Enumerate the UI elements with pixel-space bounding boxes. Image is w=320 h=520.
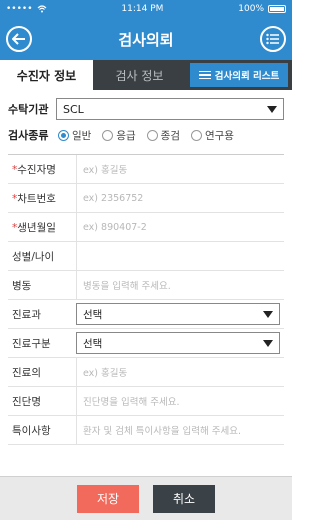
notes-label: 특이사항 bbox=[12, 424, 51, 437]
birth-row: *생년월일 ex) 890407-2 bbox=[8, 213, 284, 242]
chart-number-input[interactable]: ex) 2356752 bbox=[76, 184, 284, 212]
radio-label: 일반 bbox=[72, 129, 92, 142]
institution-row: 수탁기관 SCL bbox=[0, 96, 292, 122]
care-type-value: 선택 bbox=[83, 337, 103, 350]
notes-row: 특이사항 환자 및 검체 특이사항을 입력해 주세요. bbox=[8, 416, 284, 445]
birth-label: *생년월일 bbox=[12, 221, 56, 234]
dropdown-arrow-icon bbox=[263, 339, 273, 347]
battery-percent: 100% bbox=[238, 4, 264, 14]
radio-option-general[interactable]: 일반 bbox=[58, 128, 91, 143]
ward-input[interactable]: 병동을 입력해 주세요. bbox=[76, 271, 284, 299]
radio-selected-icon[interactable] bbox=[58, 129, 69, 141]
battery-icon bbox=[268, 5, 286, 13]
dept-label: 진료과 bbox=[12, 308, 41, 321]
chart-label: *차트번호 bbox=[12, 192, 56, 205]
radio-option-research[interactable]: 연구용 bbox=[190, 128, 234, 143]
tab-bar: 수진자 정보 검사 정보 검사의뢰 리스트 bbox=[0, 60, 292, 90]
patient-form: *수진자명 ex) 홍길동 *차트번호 ex) 2356752 *생년월일 ex… bbox=[8, 154, 284, 445]
bottom-action-bar: 저장 취소 bbox=[0, 476, 292, 520]
dropdown-arrow-icon bbox=[267, 105, 277, 113]
save-button[interactable]: 저장 bbox=[77, 484, 139, 513]
dropdown-arrow-icon bbox=[263, 310, 273, 318]
list-icon bbox=[266, 33, 279, 45]
notes-input[interactable]: 환자 및 검체 특이사항을 입력해 주세요. bbox=[76, 416, 284, 444]
care-type-select[interactable]: 선택 bbox=[76, 332, 280, 354]
institution-value: SCL bbox=[63, 102, 84, 116]
doctor-row: 진료의 ex) 홍길동 bbox=[8, 358, 284, 387]
name-row: *수진자명 ex) 홍길동 bbox=[8, 155, 284, 184]
tab-exam-info[interactable]: 검사 정보 bbox=[93, 60, 186, 90]
radio-option-emergency[interactable]: 응급 bbox=[102, 128, 136, 143]
radio-unselected-icon[interactable] bbox=[190, 129, 202, 141]
exam-type-row: 검사종류 일반 응급 종검 연구용 bbox=[0, 122, 292, 148]
diagnosis-input[interactable]: 진단명을 입력해 주세요. bbox=[76, 387, 284, 415]
diagnosis-row: 진단명 진단명을 입력해 주세요. bbox=[8, 387, 284, 416]
arrow-left-icon bbox=[12, 33, 25, 45]
back-button[interactable] bbox=[6, 26, 32, 52]
status-left: ••••• bbox=[6, 4, 47, 14]
diagnosis-label: 진단명 bbox=[12, 395, 41, 408]
request-list-button[interactable]: 검사의뢰 리스트 bbox=[190, 63, 288, 87]
hamburger-icon bbox=[198, 70, 211, 80]
name-label: *수진자명 bbox=[12, 163, 56, 176]
sex-age-label: 성별/나이 bbox=[12, 250, 55, 263]
radio-unselected-icon[interactable] bbox=[102, 129, 114, 141]
tab-patient-info[interactable]: 수진자 정보 bbox=[0, 60, 93, 90]
signal-indicator: ••••• bbox=[6, 4, 33, 14]
menu-button[interactable] bbox=[259, 26, 286, 52]
sex-age-row: 성별/나이 bbox=[8, 242, 284, 271]
exam-type-label: 검사종류 bbox=[8, 129, 49, 142]
birth-date-input[interactable]: ex) 890407-2 bbox=[76, 213, 284, 241]
dept-value: 선택 bbox=[83, 308, 103, 321]
wifi-icon bbox=[37, 5, 46, 13]
sex-age-input[interactable] bbox=[76, 242, 284, 270]
ward-row: 병동 병동을 입력해 주세요. bbox=[8, 271, 284, 300]
ward-label: 병동 bbox=[12, 279, 32, 292]
doctor-input[interactable]: ex) 홍길동 bbox=[76, 358, 284, 386]
radio-unselected-icon[interactable] bbox=[146, 129, 158, 141]
radio-label: 응급 bbox=[116, 129, 136, 142]
app-header: 검사의뢰 bbox=[0, 18, 292, 60]
doctor-label: 진료의 bbox=[12, 366, 41, 379]
chart-row: *차트번호 ex) 2356752 bbox=[8, 184, 284, 213]
status-time: 11:14 PM bbox=[121, 4, 164, 14]
dept-row: 진료과 선택 bbox=[8, 300, 284, 329]
institution-label: 수탁기관 bbox=[8, 103, 49, 116]
page-title: 검사의뢰 bbox=[118, 30, 174, 49]
care-type-label: 진료구분 bbox=[12, 337, 51, 350]
status-right: 100% bbox=[238, 4, 286, 14]
patient-name-input[interactable]: ex) 홍길동 bbox=[76, 155, 284, 183]
radio-label: 연구용 bbox=[204, 129, 234, 142]
status-bar: ••••• 11:14 PM 100% bbox=[0, 0, 292, 18]
institution-select[interactable]: SCL bbox=[56, 98, 284, 120]
radio-label: 종검 bbox=[160, 129, 180, 142]
cancel-button[interactable]: 취소 bbox=[153, 484, 215, 513]
care-type-row: 진료구분 선택 bbox=[8, 329, 284, 358]
request-list-label: 검사의뢰 리스트 bbox=[214, 71, 280, 82]
radio-option-checkup[interactable]: 종검 bbox=[146, 128, 180, 143]
dept-select[interactable]: 선택 bbox=[76, 303, 280, 325]
